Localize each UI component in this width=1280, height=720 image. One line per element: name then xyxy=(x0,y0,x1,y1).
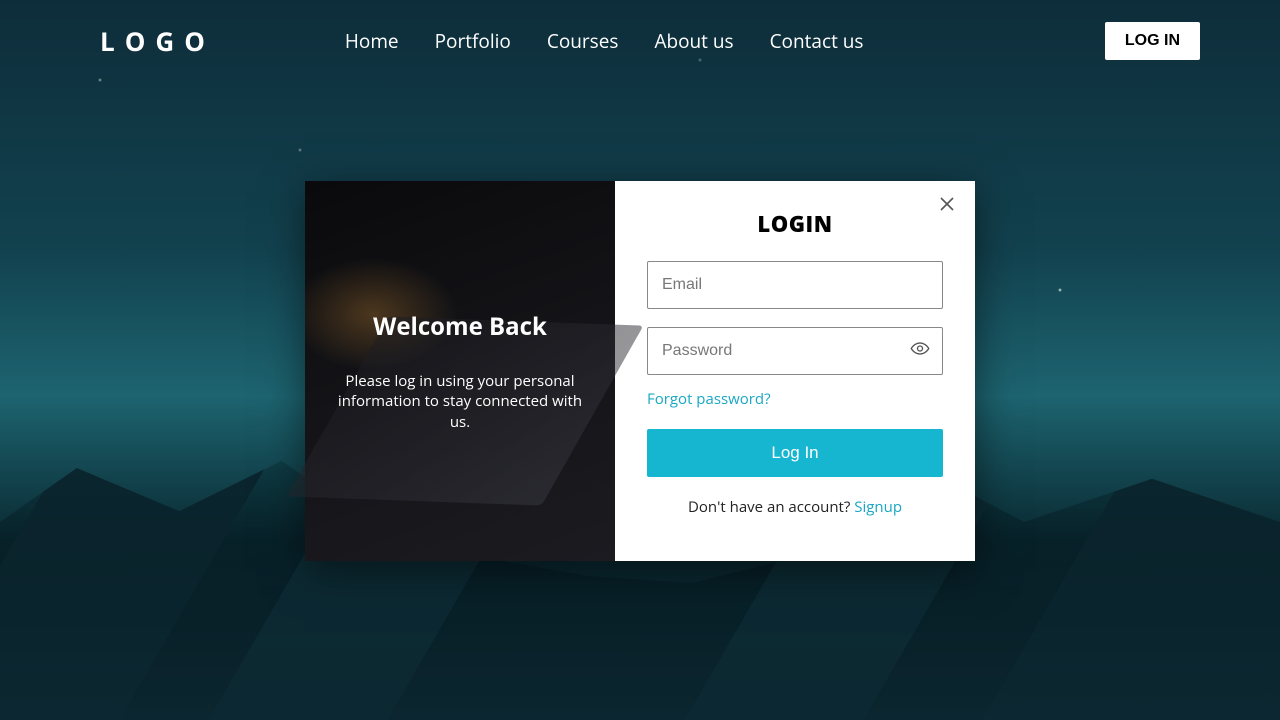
nav-portfolio[interactable]: Portfolio xyxy=(435,28,511,54)
signup-link[interactable]: Signup xyxy=(854,497,902,517)
signup-prompt: Don't have an account? xyxy=(688,497,854,517)
signup-row: Don't have an account? Signup xyxy=(647,497,943,517)
login-submit-button[interactable]: Log In xyxy=(647,429,943,477)
email-field-wrapper xyxy=(647,261,943,309)
login-title: LOGIN xyxy=(647,209,943,239)
header-login-button[interactable]: LOG IN xyxy=(1105,22,1200,60)
nav-courses[interactable]: Courses xyxy=(547,28,619,54)
site-logo: LOGO xyxy=(100,23,215,59)
welcome-title: Welcome Back xyxy=(373,310,547,343)
forgot-password-link[interactable]: Forgot password? xyxy=(647,389,771,409)
nav-home[interactable]: Home xyxy=(345,28,399,54)
login-modal: Welcome Back Please log in using your pe… xyxy=(305,181,975,561)
close-icon[interactable] xyxy=(939,195,957,213)
login-modal-left-panel: Welcome Back Please log in using your pe… xyxy=(305,181,615,561)
login-modal-right-panel: LOGIN Forgot password? Log In Don't have… xyxy=(615,181,975,561)
site-header: LOGO Home Portfolio Courses About us Con… xyxy=(0,0,1280,60)
password-field[interactable] xyxy=(662,342,928,360)
welcome-subtitle: Please log in using your personal inform… xyxy=(329,371,591,432)
password-field-wrapper xyxy=(647,327,943,375)
primary-nav: Home Portfolio Courses About us Contact … xyxy=(345,28,864,54)
email-field[interactable] xyxy=(662,276,928,294)
eye-icon[interactable] xyxy=(910,339,930,364)
nav-about-us[interactable]: About us xyxy=(654,28,733,54)
nav-contact-us[interactable]: Contact us xyxy=(770,28,864,54)
